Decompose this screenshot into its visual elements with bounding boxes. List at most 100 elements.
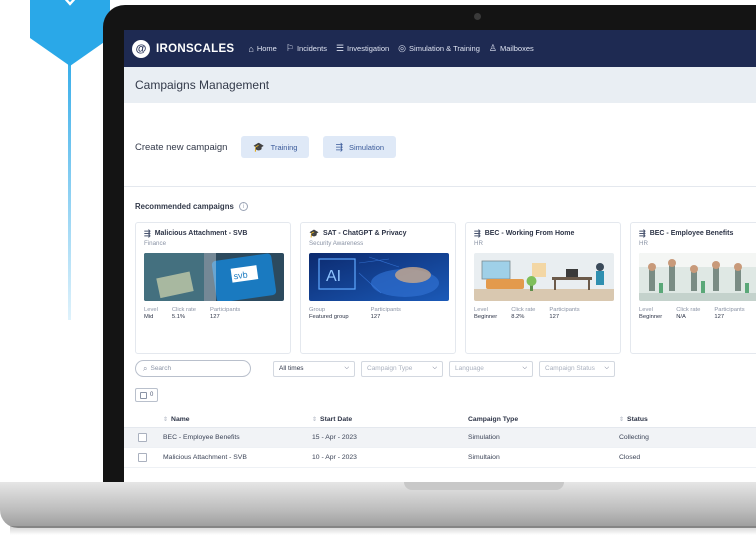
card-title-row: ⇶ BEC - Working From Home <box>474 229 612 238</box>
stat-value: Mid <box>144 314 154 320</box>
hook-icon: ⇶ <box>474 229 481 238</box>
column-header-start-date[interactable]: ⇕ Start Date <box>312 416 468 423</box>
graduation-cap-icon: 🎓 <box>309 229 319 238</box>
card-stats: Level Beginner Click rate N/A Participants… <box>639 307 756 320</box>
simulation-button-label: Simulation <box>349 142 385 152</box>
section-divider <box>124 186 756 187</box>
badge-connector-line <box>68 40 71 320</box>
column-header-status[interactable]: ⇕ Status <box>619 416 756 423</box>
laptop-shadow <box>10 526 756 535</box>
stat-key: Level <box>474 307 488 313</box>
time-range-select[interactable]: All times ⌵ <box>273 360 355 377</box>
sort-icon: ⇕ <box>312 417 318 423</box>
campaign-card-bec-working-from-home[interactable]: ⇶ BEC - Working From Home HR Level Begin… <box>465 222 621 354</box>
info-icon[interactable]: i <box>238 202 248 211</box>
row-checkbox[interactable] <box>124 433 163 442</box>
language-select[interactable]: Language ⌵ <box>449 360 533 377</box>
stat-key: Click rate <box>511 307 536 313</box>
card-category: HR <box>639 240 648 247</box>
stat-value: 127 <box>714 314 725 320</box>
column-label: Campaign Type <box>468 416 519 423</box>
filter-bar: ⌕ Search All times ⌵ Campaign Type ⌵ Lan… <box>135 360 621 377</box>
search-input[interactable]: ⌕ Search <box>135 360 251 377</box>
create-campaign-row: Create new campaign 🎓 Training ⇶ Simulat… <box>135 136 410 158</box>
list-icon: ☰ <box>335 43 345 53</box>
ai-image-text: AI <box>326 268 341 285</box>
brand-logo-icon[interactable]: @ <box>132 39 150 58</box>
marketing-stage: @ IRONSCALES ⌂ Home ⚐ Incidents ☰ Invest… <box>0 0 756 535</box>
hook-icon: ⇶ <box>639 229 646 238</box>
chevron-down-icon: ⌵ <box>522 365 527 371</box>
card-category: HR <box>474 240 483 247</box>
column-header-campaign-type[interactable]: Campaign Type <box>468 416 619 423</box>
card-category: Security Awareness <box>309 240 364 247</box>
card-image-ai: AI <box>309 253 449 301</box>
nav-item-incidents[interactable]: ⚐ Incidents <box>286 43 327 54</box>
stat-key: Level <box>144 307 158 313</box>
search-placeholder: Search <box>150 365 172 372</box>
column-label: Name <box>171 416 190 423</box>
svb-logo-text: svb <box>233 270 248 282</box>
graduation-cap-icon: 🎓 <box>253 141 265 152</box>
simulation-button[interactable]: ⇶ Simulation <box>323 136 397 158</box>
sort-icon: ⇕ <box>163 417 169 423</box>
card-title: BEC - Working From Home <box>484 230 575 237</box>
stat-value: 127 <box>210 314 220 320</box>
campaign-card-sat-chatgpt[interactable]: 🎓 SAT - ChatGPT & Privacy Security Aware… <box>300 222 456 354</box>
table-row[interactable]: BEC - Employee Benefits 15 - Apr - 2023 … <box>124 428 756 448</box>
stat-key: Click rate <box>676 307 701 313</box>
campaign-card-malicious-attachment[interactable]: ⇶ Malicious Attachment - SVB Finance svb… <box>135 222 291 354</box>
training-button[interactable]: 🎓 Training <box>241 136 310 158</box>
nav-item-mailboxes[interactable]: ♙ Mailboxes <box>489 43 534 54</box>
select-all-checkbox[interactable]: 0 <box>135 388 159 402</box>
language-placeholder: Language <box>455 365 484 372</box>
campaign-status-select[interactable]: Campaign Status ⌵ <box>539 360 615 377</box>
row-checkbox[interactable] <box>124 453 163 462</box>
stat: Participants 127 <box>371 307 401 320</box>
nav-item-investigation[interactable]: ☰ Investigation <box>336 43 389 54</box>
stat: Level Beginner <box>474 307 497 320</box>
target-icon: ◎ <box>398 43 407 53</box>
card-stats: Level Beginner Click rate 8.2% Participant… <box>474 307 612 320</box>
column-header-name[interactable]: ⇕ Name <box>163 416 312 423</box>
card-title-row: ⇶ BEC - Employee Benefits <box>639 229 756 238</box>
card-stats: Level Mid Click rate 5.1% Participants 127 <box>144 307 282 320</box>
stat: Participants 127 <box>714 307 744 320</box>
cell-status: Closed <box>619 454 641 461</box>
stat-value: 127 <box>549 314 560 320</box>
stat-key: Participants <box>549 307 580 313</box>
stat-key: Participants <box>714 307 745 313</box>
stat-key: Level <box>639 307 653 313</box>
create-campaign-label: Create new campaign <box>135 141 228 153</box>
time-range-value: All times <box>279 365 304 372</box>
nav-item-simulation-training[interactable]: ◎ Simulation & Training <box>398 43 480 54</box>
cell-start-date: 15 - Apr - 2023 <box>312 434 357 441</box>
selected-count: 0 <box>150 392 154 398</box>
stat-key: Participants <box>210 307 241 313</box>
card-category: Finance <box>144 240 167 247</box>
campaign-type-select[interactable]: Campaign Type ⌵ <box>361 360 443 377</box>
brand-name[interactable]: IRONSCALES <box>156 43 234 55</box>
stat-key: Participants <box>370 307 401 313</box>
laptop-base-notch <box>404 482 564 490</box>
card-title-row: 🎓 SAT - ChatGPT & Privacy <box>309 229 447 238</box>
campaign-card-bec-employee-benefits[interactable]: ⇶ BEC - Employee Benefits HR Level Beginn… <box>630 222 756 354</box>
chevron-down-icon: ⌵ <box>604 365 609 371</box>
checkbox-icon <box>138 433 147 442</box>
stat-value: Beginner <box>639 314 663 320</box>
campaigns-table: ⇕ Name ⇕ Start Date Campaign Type ⇕ Status … <box>124 412 756 468</box>
nav-item-home[interactable]: ⌂ Home <box>248 44 276 54</box>
hook-icon: ⇶ <box>144 229 151 238</box>
search-icon: ⌕ <box>143 363 148 373</box>
table-row[interactable]: Malicious Attachment - SVB 10 - Apr - 20… <box>124 448 756 468</box>
stat-value: Beginner <box>474 314 498 320</box>
card-title: BEC - Employee Benefits <box>649 230 734 237</box>
laptop-base <box>0 482 756 528</box>
cell-start-date: 10 - Apr - 2023 <box>312 454 357 461</box>
page-title: Campaigns Management <box>135 78 270 92</box>
training-button-label: Training <box>270 142 298 152</box>
cell-campaign-type: Simultaion <box>468 454 500 461</box>
stat-key: Click rate <box>171 307 197 313</box>
card-image-office-celebration <box>639 253 756 301</box>
cell-name: Malicious Attachment - SVB <box>163 454 247 461</box>
